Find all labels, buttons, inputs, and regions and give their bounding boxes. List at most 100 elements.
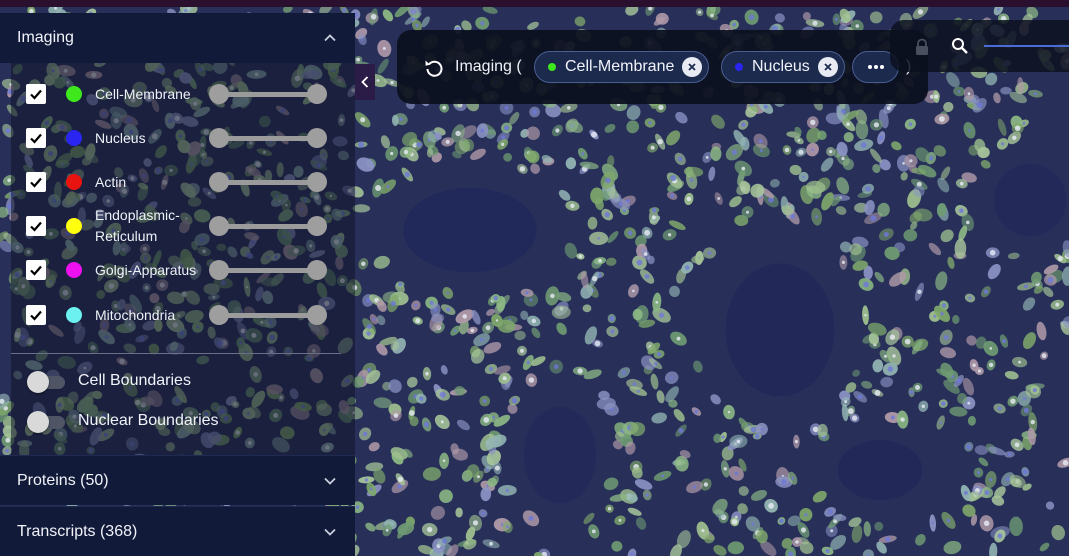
cell-blob [636,517,647,530]
nucleus-blob [361,38,364,41]
slider-min-thumb[interactable] [209,128,229,148]
nucleus-blob [356,57,360,62]
channel-checkbox-mitochondria[interactable] [26,305,46,325]
lock-icon[interactable] [914,38,930,56]
nucleus-blob [976,471,981,475]
nucleus-blob [1022,397,1026,400]
channel-checkbox-actin[interactable] [26,172,46,192]
channel-checkbox-endoplasmic-reticulum[interactable] [26,216,46,236]
channel-range-slider-actin[interactable] [209,172,327,192]
slider-max-thumb[interactable] [307,172,327,192]
slider-max-thumb[interactable] [307,305,327,325]
nucleus-blob [592,276,598,282]
proteins-section-header[interactable]: Proteins (50) [0,455,355,505]
nucleus-blob [605,177,611,184]
nucleus-blob [977,369,982,373]
channel-range-slider-nucleus[interactable] [209,128,327,148]
nucleus-blob [370,13,377,20]
channel-range-slider-cell-membrane[interactable] [209,84,327,104]
cell-blob [841,403,849,422]
nucleus-blob [931,521,934,525]
channel-checkbox-cell-membrane[interactable] [26,84,46,104]
reset-icon[interactable] [422,56,446,80]
imaging-section-body: Cell-Membrane Nucleus Actin Endoplasmic-Ret… [11,63,355,455]
close-icon[interactable] [682,57,703,77]
view-tools [890,20,1069,72]
close-icon[interactable] [817,57,838,77]
nucleus-blob [408,410,415,416]
cell-blob [382,9,394,22]
nucleus-blob [879,135,884,140]
nucleus-blob [844,400,848,404]
chip-nucleus[interactable]: Nucleus [721,51,845,83]
nucleus-blob [494,465,500,471]
zoom-icon[interactable] [951,37,969,55]
chevron-down-icon [322,524,338,540]
nucleus-blob [358,141,365,148]
nucleus-blob [939,116,945,122]
imaging-bar-prefix: Imaging ( [455,58,522,75]
collapse-sidebar-button[interactable] [355,64,375,100]
cell-blob [673,408,685,422]
imaging-section-header[interactable]: Imaging [0,13,355,63]
slider-min-thumb[interactable] [209,172,229,192]
nucleus-blob [904,338,911,345]
nucleus-blob [414,303,418,307]
nucleus-blob [860,142,867,149]
nucleus-blob [934,94,939,99]
nuclear-boundaries-toggle[interactable]: Nuclear Boundaries [11,407,355,437]
slider-max-thumb[interactable] [307,216,327,236]
slider-max-thumb[interactable] [307,128,327,148]
channel-color-dot [66,262,82,278]
nucleus-blob [355,505,360,510]
zoom-slider[interactable] [984,45,1069,47]
channel-row: Cell-Membrane [11,76,355,112]
nucleus-blob [621,370,627,375]
slider-min-thumb[interactable] [209,260,229,280]
channel-checkbox-golgi-apparatus[interactable] [26,260,46,280]
nucleus-blob [555,128,560,133]
channel-range-slider-endoplasmic-reticulum[interactable] [209,216,327,236]
nucleus-blob [504,125,510,131]
nucleus-blob [710,13,714,18]
channel-range-slider-mitochondria[interactable] [209,305,327,325]
cell-blob [666,130,681,146]
nucleus-blob [717,197,721,200]
nucleus-blob [442,538,447,544]
slider-max-thumb[interactable] [307,84,327,104]
nucleus-blob [54,6,57,10]
nucleus-blob [1032,388,1037,393]
slider-max-thumb[interactable] [307,260,327,280]
nucleus-blob [519,348,525,353]
slider-min-thumb[interactable] [209,84,229,104]
nucleus-blob [830,529,834,533]
nucleus-blob [636,259,643,266]
channel-checkbox-nucleus[interactable] [26,128,46,148]
nucleus-blob [829,150,833,154]
transcripts-section-header[interactable]: Transcripts (368) [0,506,355,556]
nucleus-blob [902,162,905,165]
nucleus-blob [597,237,600,240]
nucleus-blob [864,314,867,317]
nucleus-blob [908,122,913,126]
chip-cell-membrane[interactable]: Cell-Membrane [534,51,710,83]
cell-blob [439,489,453,504]
chevron-left-icon [361,76,369,88]
nucleus-blob [519,166,526,172]
cell-blob [352,204,371,213]
slider-min-thumb[interactable] [209,216,229,236]
toggle-knob[interactable] [27,411,49,433]
cell-blob [939,347,957,359]
cell-blob [693,360,703,373]
cell-boundaries-toggle[interactable]: Cell Boundaries [11,367,355,397]
nucleus-blob [525,291,529,295]
nucleus-blob [644,274,650,279]
cell-blob [388,379,402,393]
nucleus-blob [342,7,347,13]
channel-range-slider-golgi-apparatus[interactable] [209,260,327,280]
nucleus-blob [692,485,697,489]
check-icon [30,89,42,100]
cell-blob [582,304,592,313]
toggle-knob[interactable] [27,371,49,393]
slider-min-thumb[interactable] [209,305,229,325]
